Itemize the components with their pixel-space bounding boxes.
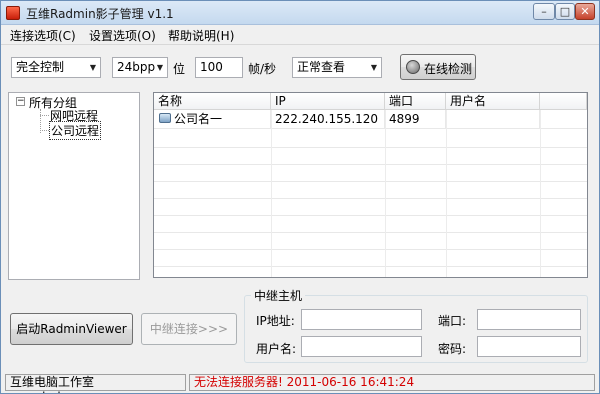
globe-icon <box>406 60 420 74</box>
row-port: 4899 <box>385 110 446 129</box>
minimize-button[interactable]: – <box>533 3 555 20</box>
color-depth-value: 24bpp <box>117 60 156 74</box>
menu-bar: 连接选项(C) 设置选项(O) 帮助说明(H) <box>1 25 599 45</box>
relay-ip-label: IP地址: <box>256 314 295 328</box>
online-check-button[interactable]: 在线检测 <box>400 54 476 80</box>
row-name: 公司名一 <box>170 110 271 129</box>
table-row[interactable]: 公司名一 222.240.155.120 4899 <box>154 110 587 129</box>
column-name[interactable]: 名称 <box>154 93 271 110</box>
row-ip: 222.240.155.120 <box>271 110 385 129</box>
column-user[interactable]: 用户名 <box>446 93 540 110</box>
relay-password-input[interactable] <box>477 336 581 357</box>
column-port[interactable]: 端口 <box>385 93 446 110</box>
column-divider <box>446 110 447 277</box>
column-ip[interactable]: IP <box>271 93 385 110</box>
maximize-button[interactable]: □ <box>555 3 575 20</box>
tree-line-icon <box>40 130 49 131</box>
column-divider <box>271 110 272 277</box>
app-icon <box>6 6 20 20</box>
relay-connect-button[interactable]: 中继连接>>> <box>141 313 237 345</box>
view-mode-select[interactable]: 正常查看 ▼ <box>292 57 382 78</box>
menu-settings[interactable]: 设置选项(O) <box>89 27 156 44</box>
color-depth-select[interactable]: 24bpp ▼ <box>112 57 168 78</box>
group-tree[interactable]: − 所有分组 网吧远程 公司远程 <box>8 92 140 280</box>
tree-line-icon <box>40 115 49 116</box>
fps-unit: 帧/秒 <box>248 62 277 76</box>
relay-port-input[interactable] <box>477 309 581 330</box>
collapse-icon[interactable]: − <box>16 97 25 106</box>
status-bar: 互维电脑工作室 www.hnhv.com 无法连接服务器! 2011-06-16… <box>1 371 599 393</box>
window-title: 互维Radmin影子管理 v1.1 <box>26 7 174 21</box>
empty-row <box>154 248 587 267</box>
relay-user-input[interactable] <box>301 336 422 357</box>
row-user <box>446 110 540 129</box>
control-mode-select[interactable]: 完全控制 ▼ <box>11 57 101 78</box>
column-divider <box>385 110 386 277</box>
fps-input[interactable]: 100 <box>195 57 243 78</box>
color-depth-unit: 位 <box>173 62 186 76</box>
status-studio: 互维电脑工作室 www.hnhv.com <box>5 374 186 393</box>
menu-help[interactable]: 帮助说明(H) <box>168 27 234 44</box>
list-header: 名称 IP 端口 用户名 <box>154 93 587 110</box>
close-button[interactable]: ✕ <box>575 3 595 20</box>
column-divider <box>540 110 541 277</box>
online-check-label: 在线检测 <box>424 62 473 76</box>
relay-password-label: 密码: <box>438 342 467 356</box>
relay-user-label: 用户名: <box>256 342 297 356</box>
chevron-down-icon: ▼ <box>156 63 163 72</box>
view-mode-value: 正常查看 <box>297 60 346 74</box>
main-window: 互维Radmin影子管理 v1.1 – □ ✕ 连接选项(C) 设置选项(O) … <box>0 0 600 394</box>
host-list[interactable]: 名称 IP 端口 用户名 公司名一 222.240.155.120 4899 <box>153 92 588 278</box>
menu-connection[interactable]: 连接选项(C) <box>10 27 76 44</box>
title-bar[interactable]: 互维Radmin影子管理 v1.1 – □ ✕ <box>1 1 599 25</box>
chevron-down-icon: ▼ <box>370 63 377 72</box>
status-message: 无法连接服务器! 2011-06-16 16:41:24 <box>189 374 595 391</box>
chevron-down-icon: ▼ <box>89 63 96 72</box>
relay-group-title: 中继主机 <box>251 287 306 304</box>
relay-port-label: 端口: <box>438 314 467 328</box>
tree-item-company[interactable]: 公司远程 <box>49 121 102 140</box>
start-viewer-button[interactable]: 启动RadminViewer <box>10 313 133 345</box>
control-mode-value: 完全控制 <box>16 60 65 74</box>
column-filler <box>540 93 587 110</box>
relay-ip-input[interactable] <box>301 309 422 330</box>
